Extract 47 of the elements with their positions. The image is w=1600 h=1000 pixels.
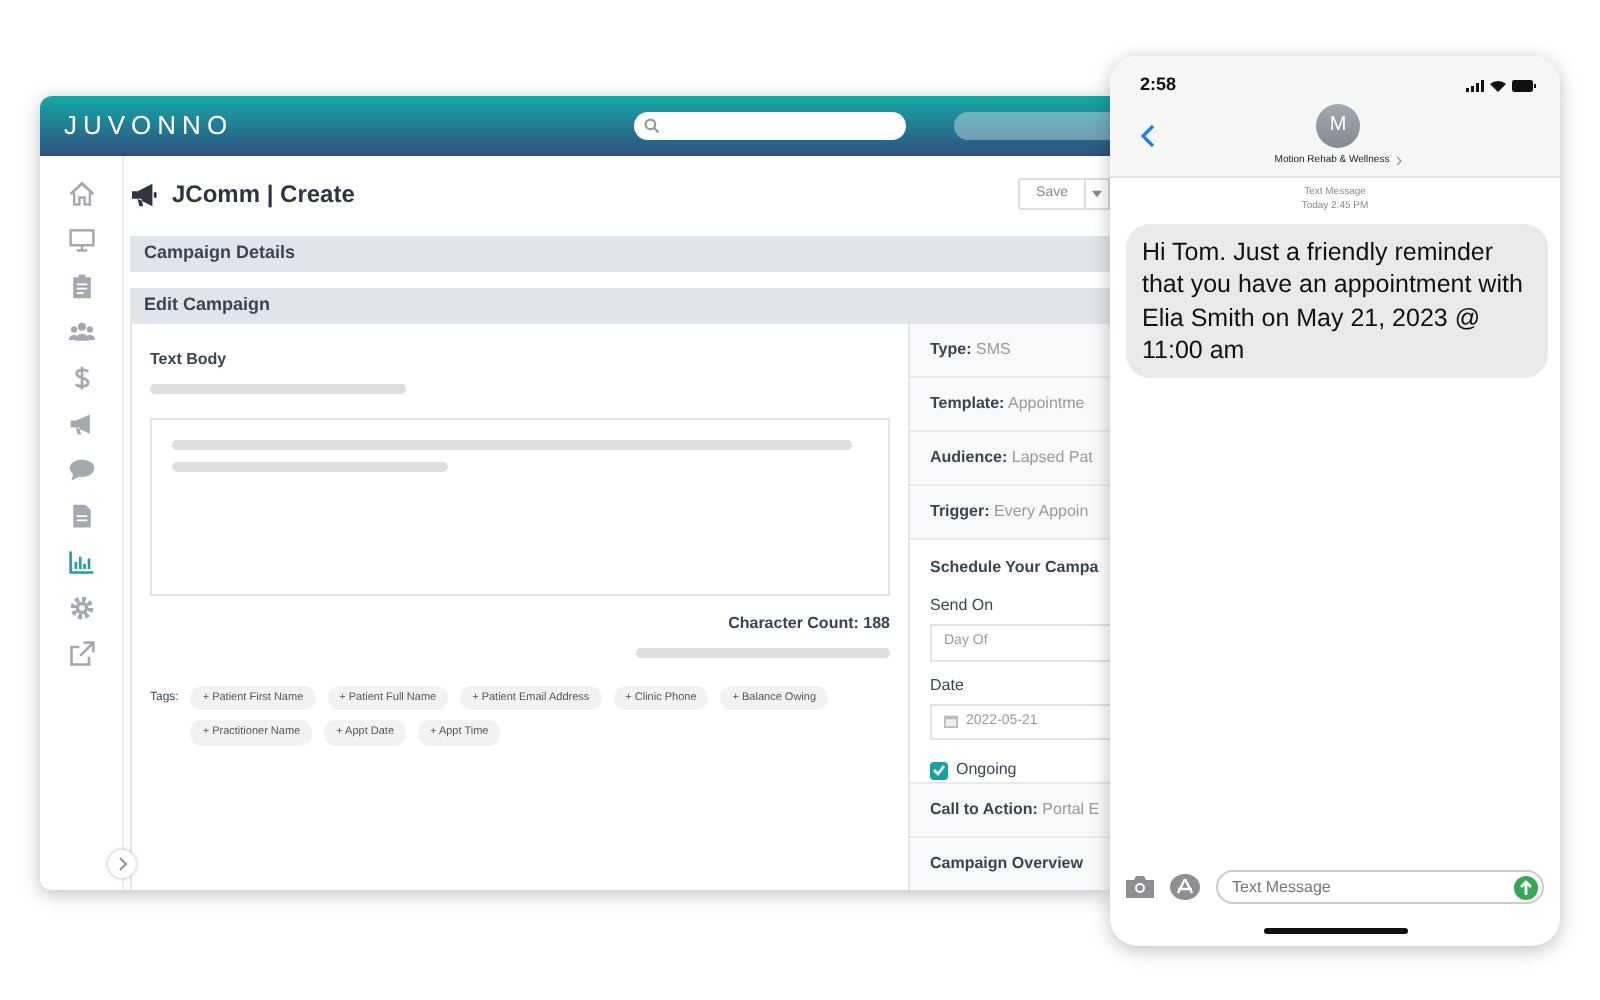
detail-row: Trigger: Every Appoin xyxy=(910,486,1110,540)
bar-chart-icon[interactable] xyxy=(67,548,95,576)
field-label: Send On xyxy=(930,594,996,618)
clipboard-icon[interactable] xyxy=(67,272,95,300)
monitor-icon[interactable] xyxy=(67,226,95,254)
section-header[interactable]: Campaign Details xyxy=(130,236,1110,272)
chevron-icon[interactable] xyxy=(108,850,136,878)
apps-icon[interactable] xyxy=(1170,874,1200,900)
field-label: Date xyxy=(930,673,966,697)
character-count: Character Count: 188 xyxy=(728,612,890,636)
page-title: JComm | Create xyxy=(172,178,355,212)
schedule-heading: Schedule Your Campa xyxy=(930,556,1101,580)
chevron-icon xyxy=(1395,155,1402,166)
status-time: 2:58 xyxy=(1140,72,1177,98)
field-label: Text Body xyxy=(150,348,229,372)
detail-row: Call to Action: Portal E xyxy=(910,784,1110,838)
megaphone-icon xyxy=(130,181,160,207)
send-icon[interactable] xyxy=(1514,875,1538,899)
message-input[interactable]: Text Message xyxy=(1216,870,1544,904)
text-body-field[interactable] xyxy=(150,418,890,596)
users-icon[interactable] xyxy=(67,318,95,346)
overview-row[interactable]: Campaign Overview xyxy=(910,838,1110,890)
detail-row: Audience: Lapsed Pat xyxy=(910,432,1110,486)
wifi-icon xyxy=(1490,79,1506,92)
message-bubble: Hi Tom. Just a friendly reminder that you have an appointment with Elia Smith on May 21, 2023 @ 11:00 am xyxy=(1126,224,1548,378)
camera-icon[interactable] xyxy=(1126,876,1154,898)
checkbox[interactable] xyxy=(930,761,948,779)
settings-icon[interactable] xyxy=(67,594,95,622)
external-link-icon[interactable] xyxy=(67,640,95,668)
megaphone-icon[interactable] xyxy=(67,410,95,438)
checkbox-label: Ongoing xyxy=(956,758,1017,782)
home-indicator xyxy=(1263,928,1407,934)
caret-icon xyxy=(1092,190,1102,198)
signal-icon xyxy=(1466,79,1484,92)
dropdown-button[interactable] xyxy=(1086,177,1110,211)
search-icon xyxy=(644,118,660,134)
section-header[interactable]: Edit Campaign xyxy=(130,288,1110,324)
document-icon[interactable] xyxy=(67,502,95,530)
detail-row: Template: Appointme xyxy=(910,378,1110,432)
chat-bubble-icon[interactable] xyxy=(67,456,95,484)
search-field[interactable] xyxy=(634,112,906,140)
home-icon[interactable] xyxy=(67,180,95,208)
detail-row: Type: SMS xyxy=(910,324,1110,378)
calendar-icon xyxy=(944,714,958,729)
battery-icon xyxy=(1512,79,1536,92)
logo: JUVONNO xyxy=(64,108,234,145)
back-icon[interactable] xyxy=(1140,123,1156,147)
